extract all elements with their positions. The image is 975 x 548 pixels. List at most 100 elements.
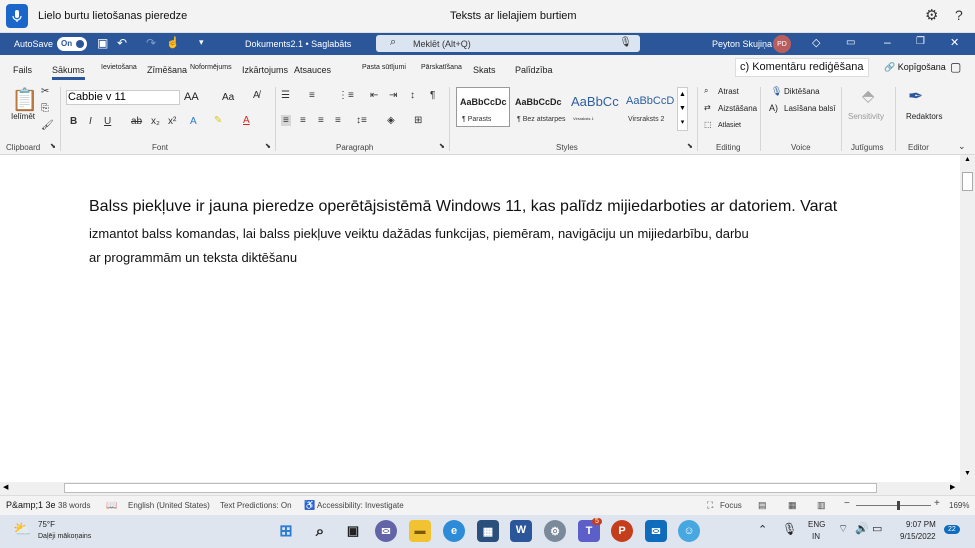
- style-normal[interactable]: AaBbCcDc ¶ Parasts: [456, 87, 510, 127]
- zoom-slider-thumb[interactable]: [897, 501, 900, 510]
- share-button[interactable]: 🔗 Kopīgošana: [884, 62, 946, 73]
- autosave-toggle[interactable]: On: [57, 37, 87, 51]
- microphone-icon[interactable]: 🎙: [782, 522, 797, 536]
- scroll-right-icon[interactable]: ▶: [950, 483, 955, 491]
- tab-file[interactable]: Fails: [13, 65, 32, 75]
- word-count[interactable]: 38 words: [58, 501, 90, 510]
- people-icon[interactable]: ☺: [678, 520, 700, 542]
- volume-icon[interactable]: 🔊: [855, 522, 869, 535]
- document-paragraph-line[interactable]: Balss piekļuve ir jauna pieredze operētā…: [89, 198, 837, 216]
- document-paragraph-line[interactable]: ar programmām un teksta diktēšanu: [89, 250, 297, 265]
- select-button[interactable]: Atlasiet: [718, 122, 741, 129]
- document-paragraph-line[interactable]: izmantot balss komandas, lai balss piekļ…: [89, 226, 749, 241]
- clock-time[interactable]: 9:07 PM: [906, 520, 936, 529]
- file-explorer-icon[interactable]: ▬: [409, 520, 431, 542]
- dialog-launcher-icon[interactable]: ⬊: [687, 142, 693, 150]
- ribbon-display-icon[interactable]: ▭: [846, 37, 855, 48]
- scroll-left-icon[interactable]: ◀: [3, 483, 8, 491]
- copy-icon[interactable]: ⎘: [41, 103, 49, 114]
- web-layout-icon[interactable]: ▥: [817, 500, 826, 511]
- focus-button[interactable]: Focus: [720, 501, 742, 510]
- paste-label[interactable]: Ielīmēt: [11, 112, 35, 121]
- text-predictions[interactable]: Text Predictions: On: [220, 501, 292, 510]
- justify-icon[interactable]: ≡: [335, 115, 341, 126]
- align-left-icon[interactable]: ≡: [281, 115, 291, 126]
- tab-mailings[interactable]: Pasta sūtījumi: [362, 64, 406, 71]
- language-indicator[interactable]: English (United States): [128, 501, 210, 510]
- underline-icon[interactable]: U: [104, 116, 111, 127]
- read-mode-icon[interactable]: ▤: [758, 500, 767, 511]
- clock-date[interactable]: 9/15/2022: [900, 532, 936, 541]
- zoom-level[interactable]: 169%: [949, 501, 969, 510]
- task-view-icon[interactable]: ▣: [342, 520, 364, 542]
- format-painter-icon[interactable]: 🖌: [41, 120, 54, 131]
- editor-button[interactable]: Redaktors: [906, 112, 942, 121]
- comment-mode-dropdown[interactable]: c) Komentāru rediģēšana: [735, 58, 869, 77]
- language-top[interactable]: ENG: [808, 520, 825, 529]
- save-icon[interactable]: ▣: [97, 36, 108, 50]
- read-aloud-icon[interactable]: A): [769, 103, 778, 113]
- align-right-icon[interactable]: ≡: [318, 115, 324, 126]
- dialog-launcher-icon[interactable]: ⬊: [265, 142, 271, 150]
- align-center-icon[interactable]: ≡: [300, 115, 306, 126]
- chat-icon[interactable]: ✉: [375, 520, 397, 542]
- restore-icon[interactable]: ❐: [916, 36, 925, 47]
- bullets-icon[interactable]: ☰: [281, 90, 290, 101]
- help-button[interactable]: ?: [955, 7, 963, 23]
- battery-icon[interactable]: ▭: [872, 522, 882, 535]
- subscript-icon[interactable]: x₂: [151, 116, 160, 127]
- change-case-button[interactable]: Aa: [222, 92, 234, 103]
- wifi-icon[interactable]: ⌔: [838, 522, 848, 536]
- microphone-icon[interactable]: [6, 4, 28, 28]
- weather-temperature[interactable]: 75°F: [38, 520, 55, 529]
- microphone-icon[interactable]: 🎙: [619, 37, 632, 48]
- show-hidden-icons[interactable]: ⌃: [758, 523, 767, 536]
- style-heading-2[interactable]: AaBbCcD Virsraksts 2: [622, 87, 676, 127]
- cut-icon[interactable]: ✂: [41, 86, 49, 97]
- tab-insert[interactable]: Ievietošana: [101, 64, 137, 71]
- comments-icon[interactable]: ▢: [950, 60, 961, 74]
- notification-badge[interactable]: 22: [944, 525, 960, 534]
- highlight-icon[interactable]: ✎: [214, 115, 222, 126]
- paste-icon[interactable]: 📋: [11, 87, 38, 113]
- find-icon[interactable]: ⌕: [704, 86, 708, 96]
- weather-description[interactable]: Daļēji mākoņains: [38, 533, 91, 540]
- borders-icon[interactable]: ⊞: [414, 115, 422, 126]
- clear-formatting-icon[interactable]: A̸: [253, 90, 260, 101]
- horizontal-scrollbar[interactable]: ◀ ▶: [0, 482, 975, 495]
- increase-indent-icon[interactable]: ⇥: [389, 90, 397, 101]
- scroll-up-icon[interactable]: ▲: [964, 156, 971, 163]
- search-icon[interactable]: ⌕: [309, 520, 331, 542]
- scroll-down-icon[interactable]: ▼: [964, 470, 971, 477]
- text-effects-icon[interactable]: A: [190, 116, 197, 127]
- line-spacing-icon[interactable]: ↕≡: [356, 115, 367, 126]
- scrollbar-thumb[interactable]: [962, 172, 973, 191]
- search-input[interactable]: ⌕ Meklēt (Alt+Q) 🎙: [376, 35, 640, 52]
- replace-button[interactable]: Aizstāšana: [718, 104, 757, 113]
- multilevel-list-icon[interactable]: ⋮≡: [338, 90, 354, 101]
- redo-icon[interactable]: ↷: [146, 36, 156, 50]
- undo-icon[interactable]: ↶: [117, 36, 127, 50]
- user-name[interactable]: Peyton Skujiņa: [712, 39, 772, 49]
- dialog-launcher-icon[interactable]: ⬊: [50, 142, 56, 150]
- dictate-button[interactable]: Diktēšana: [784, 87, 820, 96]
- style-no-spacing[interactable]: AaBbCcDc ¶ Bez atstarpes: [511, 87, 566, 127]
- focus-icon[interactable]: ⛶: [707, 500, 713, 511]
- editor-icon[interactable]: ✒: [908, 86, 923, 107]
- store-icon[interactable]: ▦: [477, 520, 499, 542]
- read-aloud-button[interactable]: Lasīšana balsī: [784, 104, 840, 113]
- tab-design[interactable]: Noformējums: [190, 64, 232, 71]
- numbering-icon[interactable]: ≡: [309, 90, 315, 101]
- proofing-icon[interactable]: 📖: [106, 500, 117, 511]
- bold-icon[interactable]: B: [70, 116, 77, 127]
- windows-start-icon[interactable]: ⊞: [275, 520, 297, 542]
- sensitivity-icon[interactable]: ⬘: [862, 86, 874, 106]
- avatar[interactable]: PD: [773, 35, 791, 53]
- dialog-launcher-icon[interactable]: ⬊: [439, 142, 445, 150]
- page-indicator[interactable]: P&amp;1 3e: [6, 500, 56, 510]
- powerpoint-icon[interactable]: P: [611, 520, 633, 542]
- tab-draw[interactable]: Zīmēšana: [147, 65, 187, 75]
- superscript-icon[interactable]: x²: [168, 116, 176, 127]
- tab-home[interactable]: Sākums: [52, 65, 85, 80]
- font-name-input[interactable]: Cabbie v 11: [66, 90, 180, 105]
